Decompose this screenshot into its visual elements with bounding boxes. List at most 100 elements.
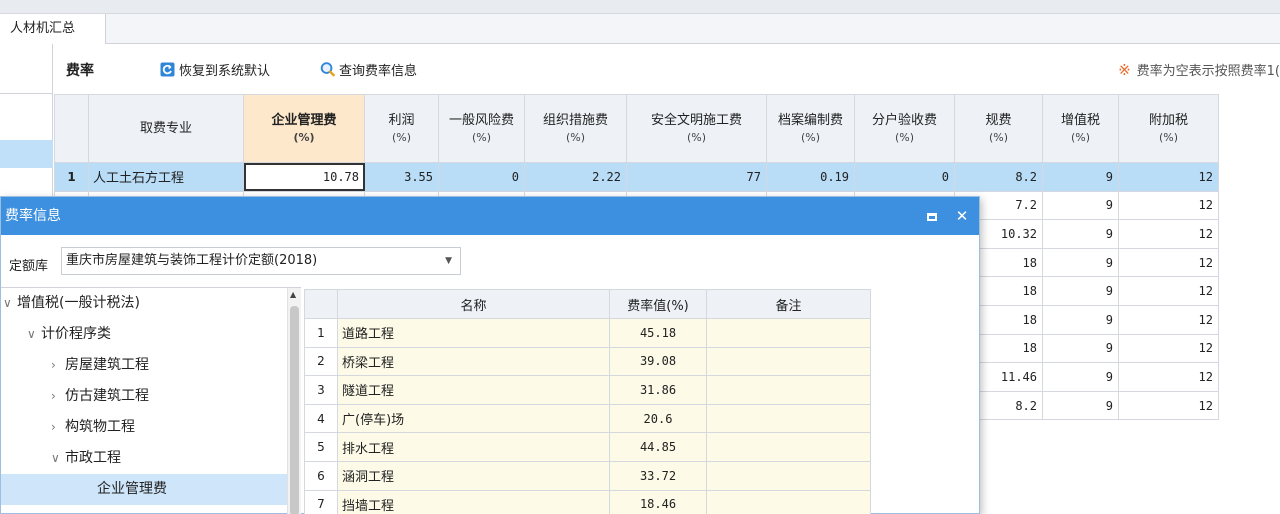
cell-surtax[interactable]: 12 — [1118, 304, 1219, 335]
table-row[interactable]: 6 涵洞工程 33.72 — [304, 460, 871, 491]
cell-vat[interactable]: 9 — [1042, 219, 1119, 249]
grid-header-row: 取费专业 企业管理费 (%) 利润 (%) 一般风险费 (%) 组织措施费 (%) 安全… — [54, 94, 1219, 163]
restore-default-label: 恢复到系统默认 — [179, 63, 271, 79]
rate-header-name[interactable]: 名称 — [337, 289, 610, 319]
tab-labor-material-summary[interactable]: 人材机汇总 — [0, 14, 106, 44]
header-profit[interactable]: 利润 (%) — [364, 94, 439, 163]
library-select-value: 重庆市房屋建筑与装饰工程计价定额(2018) — [66, 253, 318, 268]
chevron-down-icon: ∨ — [3, 296, 12, 310]
header-index — [54, 94, 89, 163]
header-risk-fee[interactable]: 一般风险费 (%) — [438, 94, 525, 163]
header-vat[interactable]: 增值税 (%) — [1042, 94, 1119, 163]
rate-header-row: 名称 费率值(%) 备注 — [304, 289, 871, 319]
cell-archive-fee[interactable]: 0.19 — [766, 162, 855, 192]
dropdown-arrow-icon: ▼ — [445, 256, 452, 266]
dialog-title-bar[interactable]: 费率信息 ✕ — [1, 197, 979, 235]
restore-icon — [160, 62, 175, 77]
library-row: 定额库 重庆市房屋建筑与装饰工程计价定额(2018) ▼ — [1, 235, 979, 287]
header-archive-fee[interactable]: 档案编制费 (%) — [766, 94, 855, 163]
toolbar-title: 费率 — [66, 63, 94, 79]
cell-vat[interactable]: 9 — [1042, 190, 1119, 221]
tree-item-pricing-program[interactable]: ∨ 计价程序类 — [1, 319, 287, 350]
cell-risk-fee[interactable]: 0 — [438, 162, 525, 192]
rate-header-value[interactable]: 费率值(%) — [609, 289, 707, 319]
rate-header-index — [304, 289, 338, 319]
header-acceptance-fee[interactable]: 分户验收费 (%) — [854, 94, 955, 163]
cell-surtax[interactable]: 12 — [1118, 190, 1219, 221]
rate-empty-note-text: 费率为空表示按照费率1( — [1136, 64, 1280, 79]
left-panel-header — [0, 44, 53, 94]
restore-default-button[interactable]: 恢复到系统默认 — [160, 58, 270, 80]
table-row[interactable]: 4 广(停车)场 20.6 — [304, 403, 871, 434]
header-org-measure-fee[interactable]: 组织措施费 (%) — [524, 94, 627, 163]
tree-item-vat-general[interactable]: ∨ 增值税(一般计税法) — [1, 288, 287, 319]
maximize-icon — [927, 213, 937, 221]
chevron-right-icon: › — [51, 389, 56, 403]
rate-value-table: 名称 费率值(%) 备注 1 道路工程 45.18 2 桥梁工程 39.08 3 隧道工程… — [304, 289, 871, 514]
tree-item-structures[interactable]: › 构筑物工程 — [1, 412, 287, 443]
cell-regulatory-fee[interactable]: 8.2 — [954, 162, 1043, 192]
cell-vat[interactable]: 9 — [1042, 304, 1119, 335]
table-row[interactable]: 2 桥梁工程 39.08 — [304, 346, 871, 377]
table-row[interactable]: 1 道路工程 45.18 — [304, 318, 871, 348]
library-select[interactable]: 重庆市房屋建筑与装饰工程计价定额(2018) ▼ — [61, 247, 461, 275]
cell-mgmt-fee-input[interactable]: 10.78 — [243, 162, 365, 192]
cell-surtax[interactable]: 12 — [1118, 362, 1219, 392]
tree-item-antique-building[interactable]: › 仿古建筑工程 — [1, 381, 287, 412]
cell-profit[interactable]: 3.55 — [364, 162, 439, 192]
row-category[interactable]: 人工土石方工程 — [88, 162, 244, 192]
tree-scrollbar[interactable]: ▲ — [287, 288, 301, 514]
table-row[interactable]: 5 排水工程 44.85 — [304, 432, 871, 462]
tree-item-building-works[interactable]: › 房屋建筑工程 — [1, 350, 287, 381]
query-rate-info-label: 查询费率信息 — [339, 63, 418, 79]
cell-surtax[interactable]: 12 — [1118, 247, 1219, 278]
row-index: 1 — [54, 162, 89, 192]
dialog-title: 费率信息 — [5, 208, 61, 224]
cell-org-measure-fee[interactable]: 2.22 — [524, 162, 627, 192]
cell-vat[interactable]: 9 — [1042, 390, 1119, 421]
table-row[interactable]: 7 挡墙工程 18.46 — [304, 489, 871, 514]
cell-surtax[interactable]: 12 — [1118, 333, 1219, 364]
scroll-up-icon[interactable]: ▲ — [290, 290, 296, 299]
chevron-down-icon: ∨ — [51, 451, 60, 465]
rate-empty-note: ※ 费率为空表示按照费率1( — [1118, 60, 1280, 80]
chevron-right-icon: › — [51, 420, 56, 434]
header-mgmt-fee[interactable]: 企业管理费 (%) — [243, 94, 365, 163]
rate-toolbar: 费率 恢复到系统默认 查询费率信息 ※ 费率为空表示按照费率1( — [54, 44, 1280, 94]
asterisk-icon: ※ — [1118, 60, 1131, 79]
rate-header-remark[interactable]: 备注 — [706, 289, 871, 319]
cell-surtax[interactable]: 12 — [1118, 276, 1219, 306]
maximize-button[interactable] — [923, 207, 941, 225]
tree-item-municipal[interactable]: ∨ 市政工程 — [1, 443, 287, 474]
left-panel-selected-item[interactable] — [0, 140, 53, 168]
cell-surtax[interactable]: 12 — [1118, 219, 1219, 249]
header-category[interactable]: 取费专业 — [88, 94, 244, 163]
cell-safety-fee[interactable]: 77 — [626, 162, 767, 192]
cell-vat[interactable]: 9 — [1042, 276, 1119, 306]
cell-surtax[interactable]: 12 — [1118, 390, 1219, 421]
header-surtax[interactable]: 附加税 (%) — [1118, 94, 1219, 163]
cell-vat[interactable]: 9 — [1042, 333, 1119, 364]
close-icon: ✕ — [955, 207, 969, 225]
rate-category-tree: ∨ 增值税(一般计税法) ∨ 计价程序类 › 房屋建筑工程 › 仿古建筑工程 › 构筑物工… — [1, 287, 301, 514]
cell-vat[interactable]: 9 — [1042, 247, 1119, 278]
chevron-right-icon: › — [51, 358, 56, 372]
search-icon — [320, 62, 335, 77]
cell-vat[interactable]: 9 — [1042, 362, 1119, 392]
window-top-strip — [0, 0, 1280, 14]
query-rate-info-button[interactable]: 查询费率信息 — [320, 58, 417, 80]
table-row[interactable]: 3 隧道工程 31.86 — [304, 375, 871, 405]
table-row[interactable]: 1 人工土石方工程 10.78 3.55 0 2.22 77 0.19 0 8.… — [54, 162, 1219, 192]
header-regulatory-fee[interactable]: 规费 (%) — [954, 94, 1043, 163]
scrollbar-thumb[interactable] — [290, 306, 299, 514]
rate-info-dialog: 费率信息 ✕ 定额库 重庆市房屋建筑与装饰工程计价定额(2018) ▼ ∨ 增值税… — [0, 196, 980, 514]
tree-item-mgmt-fee[interactable]: 企业管理费 — [1, 474, 287, 505]
cell-surtax[interactable]: 12 — [1118, 162, 1219, 192]
tab-bar: 人材机汇总 — [0, 14, 1280, 44]
library-label: 定额库 — [9, 259, 49, 274]
header-safety-fee[interactable]: 安全文明施工费 (%) — [626, 94, 767, 163]
chevron-down-icon: ∨ — [27, 327, 36, 341]
cell-acceptance-fee[interactable]: 0 — [854, 162, 955, 192]
cell-vat[interactable]: 9 — [1042, 162, 1119, 192]
close-button[interactable]: ✕ — [953, 207, 971, 225]
